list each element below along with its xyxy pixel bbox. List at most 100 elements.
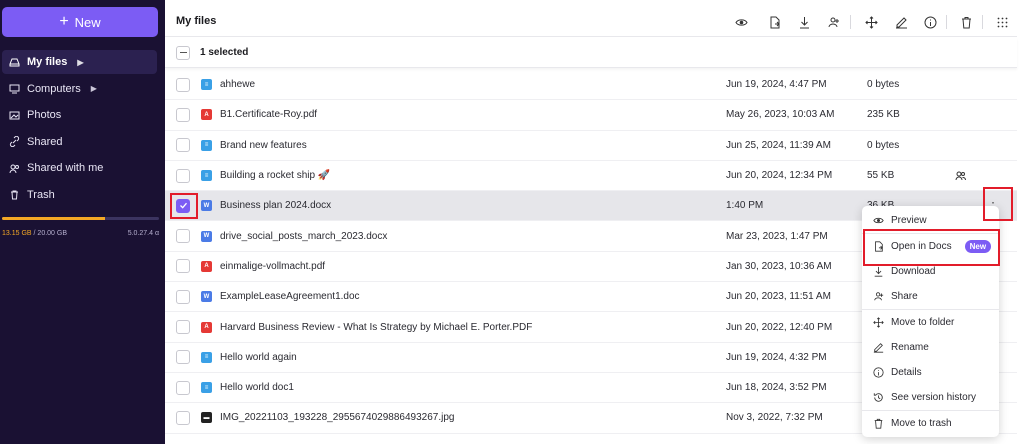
menu-item-rename[interactable]: Rename <box>862 335 999 360</box>
eye-icon <box>873 215 884 226</box>
sidebar-nav: My files ▶ Computers ▶ Photos Shared Sha… <box>0 50 165 209</box>
menu-item-label: Move to folder <box>891 317 955 328</box>
share-user-icon[interactable] <box>826 15 840 29</box>
file-name[interactable]: IMG_20221103_193228_2955674029886493267.… <box>220 412 454 423</box>
menu-item-details[interactable]: Details <box>862 360 999 385</box>
menu-item-label: Rename <box>891 342 929 353</box>
file-name[interactable]: Hello world doc1 <box>220 382 294 393</box>
toolbar-divider <box>946 15 947 29</box>
file-name[interactable]: B1.Certificate-Roy.pdf <box>220 109 317 120</box>
eye-icon[interactable] <box>734 15 748 29</box>
table-row[interactable]: ≡ ahhewe Jun 19, 2024, 4:47 PM 0 bytes <box>165 70 1017 101</box>
caret-right-icon[interactable]: ▶ <box>77 58 83 67</box>
row-checkbox[interactable] <box>176 320 190 335</box>
menu-item-download[interactable]: Download <box>862 259 999 284</box>
select-all-checkbox[interactable] <box>176 45 190 60</box>
storage-bar-fill <box>2 217 106 220</box>
pdf-icon: A <box>201 260 212 272</box>
pdf-icon: A <box>201 109 212 121</box>
row-checkbox[interactable] <box>176 350 190 365</box>
table-row[interactable]: ≡ Building a rocket ship 🚀 Jun 20, 2024,… <box>165 161 1017 192</box>
file-date: May 26, 2023, 10:03 AM <box>726 109 835 121</box>
selection-count: 1 selected <box>200 47 249 58</box>
menu-item-share[interactable]: Share <box>862 284 999 309</box>
sidebar-item-photos[interactable]: Photos <box>2 103 157 127</box>
row-checkbox[interactable] <box>176 168 190 183</box>
toolbar-divider <box>850 15 851 29</box>
document-icon: ≡ <box>201 79 212 91</box>
toolbar-divider <box>982 15 983 29</box>
share-user-icon <box>873 291 884 302</box>
row-checkbox[interactable] <box>176 198 190 213</box>
document-icon: ≡ <box>201 351 212 363</box>
file-name[interactable]: Building a rocket ship 🚀 <box>220 170 330 181</box>
word-doc-icon: W <box>201 291 212 303</box>
info-icon[interactable] <box>923 15 937 29</box>
file-export-icon[interactable] <box>767 15 781 29</box>
sidebar-item-label: My files <box>27 56 68 68</box>
app-version: 5.0.27.4 α <box>127 230 159 237</box>
row-checkbox[interactable] <box>176 77 190 92</box>
menu-item-move-to-trash[interactable]: Move to trash <box>862 411 999 436</box>
table-row[interactable]: ≡ Brand new features Jun 25, 2024, 11:39… <box>165 131 1017 161</box>
sidebar-item-label: Trash <box>27 188 55 201</box>
move-icon[interactable] <box>864 15 878 29</box>
new-button[interactable]: + New <box>2 7 158 37</box>
sidebar-item-computers[interactable]: Computers ▶ <box>2 77 157 101</box>
file-name[interactable]: Hello world again <box>220 352 297 363</box>
image-file-icon: ▬ <box>201 412 212 424</box>
download-icon[interactable] <box>797 15 811 29</box>
row-checkbox[interactable] <box>176 107 190 122</box>
menu-item-move-to-folder[interactable]: Move to folder <box>862 310 999 335</box>
document-icon: ≡ <box>201 382 212 394</box>
grid-icon[interactable] <box>995 15 1009 29</box>
history-icon <box>873 392 884 403</box>
row-checkbox[interactable] <box>176 138 190 153</box>
sidebar-item-label: Shared <box>27 135 63 148</box>
new-button-label: New <box>74 14 101 30</box>
context-menu: Preview Open in Docs New Download Share … <box>862 206 999 437</box>
caret-right-icon[interactable]: ▶ <box>91 84 97 93</box>
file-date: Jun 19, 2024, 4:47 PM <box>726 79 827 91</box>
photo-icon <box>9 110 20 121</box>
menu-item-preview[interactable]: Preview <box>862 208 999 233</box>
row-checkbox[interactable] <box>176 229 190 244</box>
plus-icon: + <box>59 13 69 30</box>
file-name[interactable]: Business plan 2024.docx <box>220 200 331 211</box>
menu-item-open-in-docs[interactable]: Open in Docs New <box>862 234 999 259</box>
file-date: 1:40 PM <box>726 200 764 212</box>
file-name[interactable]: einmalige-vollmacht.pdf <box>220 261 325 272</box>
menu-item-label: Details <box>891 367 922 378</box>
trash-icon <box>873 418 884 429</box>
file-name[interactable]: Harvard Business Review - What Is Strate… <box>220 322 532 333</box>
sidebar-item-trash[interactable]: Trash <box>2 183 157 207</box>
sidebar-item-shared-with-me[interactable]: Shared with me <box>2 156 157 180</box>
table-row[interactable]: A B1.Certificate-Roy.pdf May 26, 2023, 1… <box>165 100 1017 131</box>
menu-item-label: Preview <box>891 215 927 226</box>
shared-users-icon <box>955 170 966 184</box>
file-name[interactable]: Brand new features <box>220 140 307 151</box>
drive-icon <box>9 57 20 68</box>
row-checkbox[interactable] <box>176 410 190 425</box>
pdf-icon: A <box>201 321 212 333</box>
page-title: My files <box>176 15 217 27</box>
trash-icon[interactable] <box>959 15 973 29</box>
sidebar-item-label: Computers <box>27 82 81 95</box>
sidebar: + New My files ▶ Computers ▶ Photos Shar… <box>0 0 165 444</box>
sidebar-item-shared[interactable]: Shared <box>2 130 157 154</box>
file-name[interactable]: ahhewe <box>220 79 255 90</box>
row-checkbox[interactable] <box>176 289 190 304</box>
sidebar-item-label: Photos <box>27 109 62 121</box>
file-name[interactable]: drive_social_posts_march_2023.docx <box>220 231 387 242</box>
row-checkbox[interactable] <box>176 380 190 395</box>
menu-item-version-history[interactable]: See version history <box>862 385 999 410</box>
edit-icon[interactable] <box>894 15 908 29</box>
document-icon: ≡ <box>201 139 212 151</box>
sidebar-item-my-files[interactable]: My files ▶ <box>2 50 157 74</box>
document-icon: ≡ <box>201 170 212 182</box>
file-name[interactable]: ExampleLeaseAgreement1.doc <box>220 291 360 302</box>
row-checkbox[interactable] <box>176 259 190 274</box>
download-icon <box>873 266 884 277</box>
storage-used: 13.15 GB <box>2 230 32 237</box>
storage-indicator: 13.15 GB / 20.00 GB 5.0.27.4 α <box>2 217 159 237</box>
